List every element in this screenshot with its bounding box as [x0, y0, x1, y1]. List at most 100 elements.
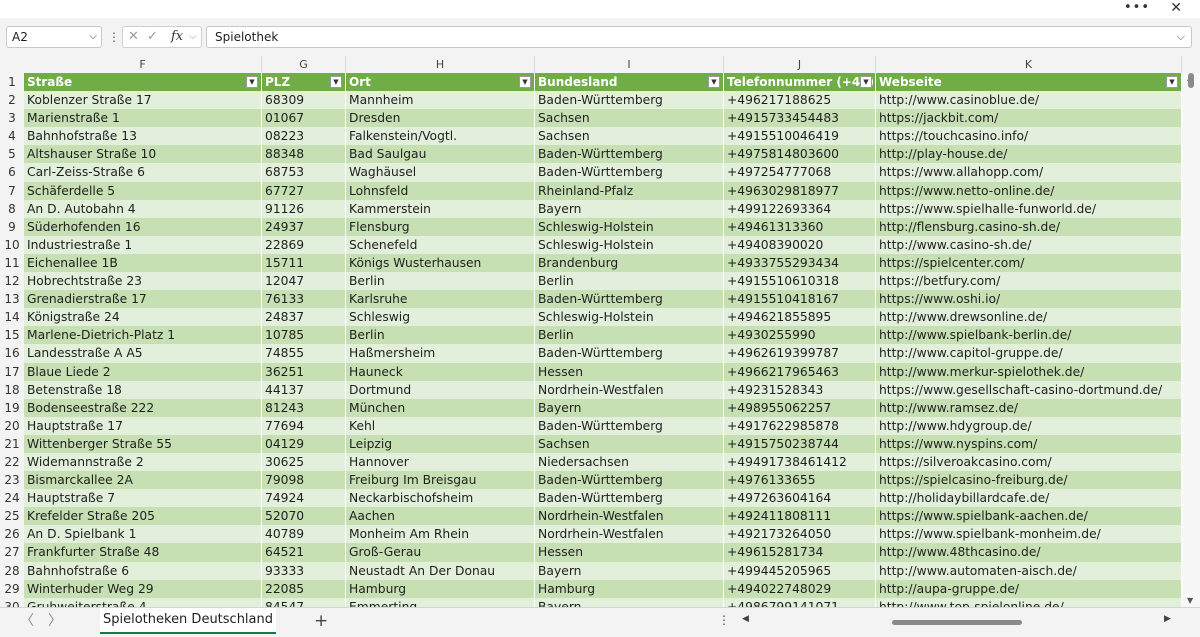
table-cell[interactable]: Neckarbischofsheim — [346, 489, 535, 508]
table-cell[interactable]: Carl-Zeiss-Straße 6 — [24, 163, 262, 182]
table-cell[interactable]: Monheim Am Rhein — [346, 525, 535, 544]
table-cell[interactable]: +494621855895 — [724, 308, 876, 327]
table-cell[interactable]: +492411808111 — [724, 507, 876, 526]
row-header[interactable]: 17 — [0, 363, 24, 381]
table-cell[interactable]: Wittenberger Straße 55 — [24, 434, 262, 453]
vertical-scroll-thumb[interactable] — [1188, 73, 1194, 88]
table-cell[interactable]: Baden-Württemberg — [535, 416, 724, 435]
table-cell[interactable]: Sachsen — [535, 434, 724, 453]
table-cell[interactable]: Baden-Württemberg — [535, 163, 724, 182]
table-cell[interactable]: https://www.allahopp.com/ — [876, 163, 1182, 182]
table-cell[interactable]: Frankfurter Straße 48 — [24, 543, 262, 562]
table-cell[interactable]: Baden-Württemberg — [535, 145, 724, 164]
table-cell[interactable]: Schleswig-Holstein — [535, 217, 724, 236]
table-cell[interactable]: +49408390020 — [724, 235, 876, 254]
table-cell[interactable]: https://www.netto-online.de/ — [876, 181, 1182, 200]
table-cell[interactable]: Hauneck — [346, 362, 535, 381]
table-cell[interactable]: +492173264050 — [724, 525, 876, 544]
table-cell[interactable]: Bayern — [535, 398, 724, 417]
table-cell[interactable]: +4963029818977 — [724, 181, 876, 200]
table-cell[interactable]: 67727 — [262, 181, 346, 200]
table-cell[interactable]: 79098 — [262, 471, 346, 490]
table-cell[interactable]: https://www.spielhalle-funworld.de/ — [876, 199, 1182, 218]
table-cell[interactable]: https://spielcasino-freiburg.de/ — [876, 471, 1182, 490]
table-cell[interactable]: 36251 — [262, 362, 346, 381]
table-cell[interactable]: Flensburg — [346, 217, 535, 236]
cancel-icon[interactable]: ✕ — [128, 28, 139, 46]
table-cell[interactable]: Berlin — [535, 272, 724, 291]
table-cell[interactable]: Königstraße 24 — [24, 308, 262, 327]
column-header-f[interactable]: F — [24, 56, 262, 73]
table-cell[interactable]: Baden-Württemberg — [535, 344, 724, 363]
table-cell[interactable]: http://www.48thcasino.de/ — [876, 543, 1182, 562]
table-cell[interactable]: 74855 — [262, 344, 346, 363]
row-header[interactable]: 8 — [0, 200, 24, 218]
table-cell[interactable]: Marienstraße 1 — [24, 109, 262, 128]
table-cell[interactable]: Süderhofenden 16 — [24, 217, 262, 236]
table-cell[interactable]: +49491738461412 — [724, 452, 876, 472]
table-cell[interactable]: http://www.automaten-aisch.de/ — [876, 561, 1182, 580]
table-cell[interactable]: +496217188625 — [724, 91, 876, 110]
table-cell[interactable]: Niedersachsen — [535, 452, 724, 472]
table-cell[interactable]: +49231528343 — [724, 380, 876, 399]
table-cell[interactable]: Bad Saulgau — [346, 145, 535, 164]
table-cell[interactable]: Widemannstraße 2 — [24, 452, 262, 472]
row-header[interactable]: 6 — [0, 163, 24, 181]
vertical-scrollbar[interactable]: ▲ ▼ — [1182, 73, 1200, 607]
table-cell[interactable]: Mannheim — [346, 91, 535, 110]
table-cell[interactable]: Winterhuder Weg 29 — [24, 579, 262, 598]
table-cell[interactable]: 76133 — [262, 290, 346, 309]
table-cell[interactable]: Brandenburg — [535, 253, 724, 273]
table-cell[interactable]: Altshauser Straße 10 — [24, 145, 262, 164]
table-cell[interactable]: 84547 — [262, 597, 346, 607]
table-cell[interactable]: Sachsen — [535, 127, 724, 146]
table-cell[interactable]: 22869 — [262, 235, 346, 254]
table-cell[interactable]: +499122693364 — [724, 199, 876, 218]
filter-dropdown-icon[interactable]: ▼ — [246, 76, 258, 88]
table-cell[interactable]: Bayern — [535, 199, 724, 218]
row-header[interactable]: 1 — [0, 73, 24, 91]
table-cell[interactable]: Hessen — [535, 543, 724, 562]
table-cell[interactable]: 68753 — [262, 163, 346, 182]
table-cell[interactable]: 77694 — [262, 416, 346, 435]
table-cell[interactable]: 44137 — [262, 380, 346, 399]
insert-function-icon[interactable]: fx — [171, 28, 183, 46]
column-header-i[interactable]: I — [535, 56, 724, 73]
row-header[interactable]: 16 — [0, 344, 24, 362]
table-cell[interactable]: https://jackbit.com/ — [876, 109, 1182, 128]
scroll-down-icon[interactable]: ▼ — [1187, 596, 1193, 605]
table-cell[interactable]: 12047 — [262, 272, 346, 291]
table-cell[interactable]: Betenstraße 18 — [24, 380, 262, 399]
table-cell[interactable]: 24937 — [262, 217, 346, 236]
table-cell[interactable]: Baden-Württemberg — [535, 91, 724, 110]
row-header[interactable]: 21 — [0, 435, 24, 453]
row-header[interactable]: 10 — [0, 236, 24, 254]
table-cell[interactable]: https://www.nyspins.com/ — [876, 434, 1182, 453]
table-cell[interactable]: +499445205965 — [724, 561, 876, 580]
filter-dropdown-icon[interactable]: ▼ — [1166, 76, 1178, 88]
table-cell[interactable]: Aachen — [346, 507, 535, 526]
table-cell[interactable]: Hessen — [535, 362, 724, 381]
table-cell[interactable]: Rheinland-Pfalz — [535, 181, 724, 200]
table-cell[interactable]: +49461313360 — [724, 217, 876, 236]
chevron-down-icon[interactable]: ⌵ — [89, 27, 97, 47]
table-cell[interactable]: Hauptstraße 17 — [24, 416, 262, 435]
table-cell[interactable]: +494022748029 — [724, 579, 876, 598]
table-cell[interactable]: Gruhweiterstraße 4 — [24, 597, 262, 607]
table-cell[interactable]: +4966217965463 — [724, 362, 876, 381]
row-header[interactable]: 12 — [0, 272, 24, 290]
table-cell[interactable]: http://www.top-spielonline.de/ — [876, 597, 1182, 607]
row-header[interactable]: 29 — [0, 580, 24, 598]
row-header[interactable]: 14 — [0, 308, 24, 326]
table-cell[interactable]: +4986799141071 — [724, 597, 876, 607]
previous-sheet-icon[interactable]: 〈 — [20, 612, 34, 630]
table-cell[interactable]: 93333 — [262, 561, 346, 580]
table-cell[interactable]: +4915510610318 — [724, 272, 876, 291]
table-cell[interactable]: http://play-house.de/ — [876, 145, 1182, 164]
table-cell[interactable]: An D. Spielbank 1 — [24, 525, 262, 544]
table-cell[interactable]: Leipzig — [346, 434, 535, 453]
table-cell[interactable]: Bahnhofstraße 6 — [24, 561, 262, 580]
table-cell[interactable]: Marlene-Dietrich-Platz 1 — [24, 326, 262, 345]
column-header-k[interactable]: K — [876, 56, 1182, 73]
table-header-cell[interactable]: PLZ ▼ — [262, 73, 346, 92]
